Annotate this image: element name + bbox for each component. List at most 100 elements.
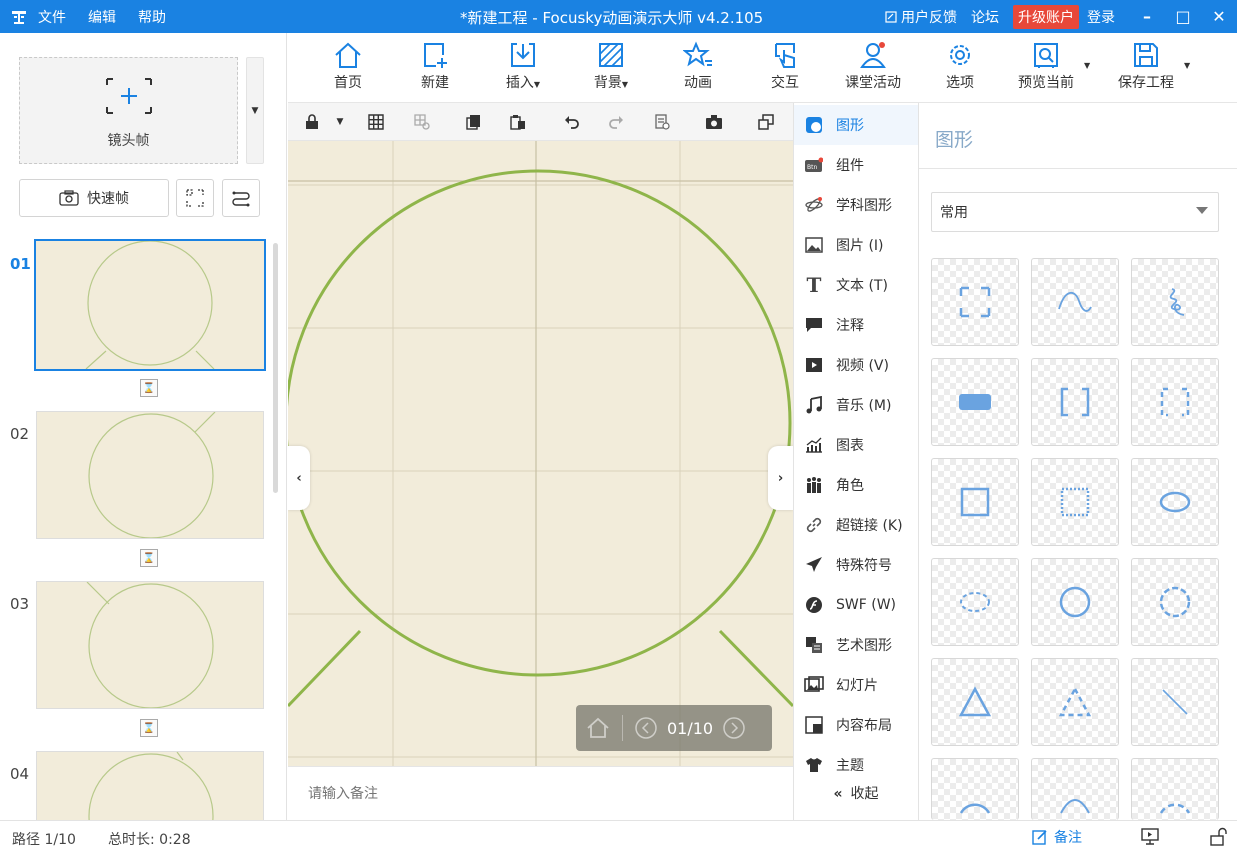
- slide-thumbnail[interactable]: [34, 239, 266, 371]
- frame-dropdown-button[interactable]: ▼: [246, 57, 264, 164]
- category-text[interactable]: T 文本 (T): [794, 265, 918, 305]
- shape-tile-curve[interactable]: [1031, 258, 1119, 346]
- feedback-link[interactable]: 用户反馈: [885, 7, 957, 27]
- collapse-right-panel-button[interactable]: ›: [768, 446, 793, 510]
- upgrade-button[interactable]: 升级账户: [1013, 4, 1079, 29]
- save-project-button[interactable]: 保存工程: [1106, 41, 1186, 92]
- shape-tile-dashed-triangle[interactable]: [1031, 658, 1119, 746]
- category-art-shapes[interactable]: 艺术图形: [794, 625, 918, 665]
- category-label: 图表: [836, 438, 864, 454]
- next-page-icon[interactable]: [723, 717, 745, 739]
- save-dropdown-icon[interactable]: ▼: [1184, 61, 1190, 70]
- shape-tile-square[interactable]: [931, 458, 1019, 546]
- unlock-icon[interactable]: [1208, 827, 1228, 847]
- editing-canvas[interactable]: ‹ › 01/10: [288, 141, 793, 766]
- close-button[interactable]: ✕: [1201, 7, 1237, 26]
- shape-tile-dashed-brackets[interactable]: [1131, 358, 1219, 446]
- category-components[interactable]: Btn 组件: [794, 145, 918, 185]
- menu-help[interactable]: 帮助: [138, 7, 166, 27]
- shape-tile-dashed-arc[interactable]: [1131, 758, 1219, 820]
- collapse-left-panel-button[interactable]: ‹: [288, 446, 310, 510]
- interaction-icon: [775, 43, 795, 68]
- category-hyperlink[interactable]: 超链接 (K): [794, 505, 918, 545]
- category-subject-shapes[interactable]: 学科图形: [794, 185, 918, 225]
- category-special-symbols[interactable]: 特殊符号: [794, 545, 918, 585]
- grid-settings-icon[interactable]: [412, 112, 432, 132]
- path-button[interactable]: [222, 179, 260, 217]
- preview-current-button[interactable]: 预览当前: [1006, 41, 1086, 92]
- slide-thumbnail[interactable]: [36, 751, 264, 820]
- lock-dropdown-icon[interactable]: ▼: [330, 112, 350, 132]
- transition-hourglass-icon[interactable]: ⌛: [140, 379, 158, 397]
- category-images[interactable]: 图片 (I): [794, 225, 918, 265]
- category-layout[interactable]: 内容布局: [794, 705, 918, 745]
- login-link[interactable]: 登录: [1087, 7, 1115, 27]
- shape-tile-arc[interactable]: [931, 758, 1019, 820]
- preview-dropdown-icon[interactable]: ▼: [1084, 61, 1090, 70]
- menu-file[interactable]: 文件: [38, 7, 66, 27]
- category-chart[interactable]: 图表: [794, 425, 918, 465]
- forum-link[interactable]: 论坛: [971, 7, 999, 27]
- shape-tile-circle[interactable]: [1031, 558, 1119, 646]
- clear-format-icon[interactable]: [652, 112, 672, 132]
- copy-icon[interactable]: [464, 112, 484, 132]
- menu-edit[interactable]: 编辑: [88, 7, 116, 27]
- shape-tile-dashed-circle[interactable]: [1131, 558, 1219, 646]
- window-mode-icon[interactable]: [756, 112, 776, 132]
- frame-select-button[interactable]: [176, 179, 214, 217]
- shape-tile-line[interactable]: [1131, 658, 1219, 746]
- collapse-label: 收起: [850, 786, 879, 802]
- class-activity-button[interactable]: 课堂活动: [833, 41, 913, 92]
- prev-page-icon[interactable]: [635, 717, 657, 739]
- minimize-button[interactable]: –: [1129, 7, 1165, 26]
- save-project-label: 保存工程: [1118, 75, 1174, 91]
- category-shapes[interactable]: 图形: [794, 105, 918, 145]
- add-frame-button[interactable]: 镜头帧: [19, 57, 238, 164]
- category-video[interactable]: 视频 (V): [794, 345, 918, 385]
- insert-button[interactable]: 插入▼: [483, 41, 563, 92]
- category-characters[interactable]: 角色: [794, 465, 918, 505]
- path-icon: [232, 191, 250, 207]
- animation-button[interactable]: 动画: [658, 41, 738, 92]
- new-button[interactable]: 新建: [395, 41, 475, 92]
- menu-bar: 文件 编辑 帮助: [0, 7, 188, 27]
- shape-tile-rounded-rect[interactable]: [931, 358, 1019, 446]
- transition-hourglass-icon[interactable]: ⌛: [140, 719, 158, 737]
- category-music[interactable]: 音乐 (M): [794, 385, 918, 425]
- options-button[interactable]: 选项: [920, 41, 1000, 92]
- shape-filter-select[interactable]: 常用: [931, 192, 1219, 232]
- shape-tile-ellipse[interactable]: [1131, 458, 1219, 546]
- home-button[interactable]: 首页: [308, 41, 388, 92]
- transition-hourglass-icon[interactable]: ⌛: [140, 549, 158, 567]
- lock-icon[interactable]: [302, 112, 322, 132]
- interaction-button[interactable]: 交互: [745, 41, 825, 92]
- shape-tile-dotted-square[interactable]: [1031, 458, 1119, 546]
- slide-thumbnail[interactable]: [36, 411, 264, 539]
- shape-tile-squiggle[interactable]: [1131, 258, 1219, 346]
- notes-input[interactable]: [288, 767, 793, 820]
- undo-icon[interactable]: [562, 112, 582, 132]
- notes-toggle-button[interactable]: 备注: [1032, 827, 1082, 847]
- category-swf[interactable]: SWF (W): [794, 585, 918, 625]
- shape-tile-curve-arrow[interactable]: [1031, 758, 1119, 820]
- slide-list-scrollbar[interactable]: [273, 243, 278, 493]
- presentation-screen-icon[interactable]: [1140, 827, 1160, 847]
- shape-tile-dashed-ellipse[interactable]: [931, 558, 1019, 646]
- paste-icon[interactable]: [508, 112, 528, 132]
- shape-tile-brackets[interactable]: [1031, 358, 1119, 446]
- collapse-categories-button[interactable]: « 收起: [794, 783, 918, 803]
- category-annotation[interactable]: 注释: [794, 305, 918, 345]
- maximize-button[interactable]: □: [1165, 7, 1201, 26]
- grid-icon[interactable]: [366, 112, 386, 132]
- interaction-label: 交互: [771, 75, 799, 91]
- screenshot-camera-icon[interactable]: [704, 112, 724, 132]
- quick-frame-button[interactable]: 快速帧: [19, 179, 169, 217]
- slide-thumbnail[interactable]: [36, 581, 264, 709]
- background-button[interactable]: 背景▼: [571, 41, 651, 92]
- shape-tile-triangle[interactable]: [931, 658, 1019, 746]
- redo-icon[interactable]: [606, 112, 626, 132]
- shape-tile-dashed-frame[interactable]: [931, 258, 1019, 346]
- category-theme[interactable]: 主题: [794, 745, 918, 785]
- home-nav-icon[interactable]: [586, 717, 610, 739]
- category-slides[interactable]: 幻灯片: [794, 665, 918, 705]
